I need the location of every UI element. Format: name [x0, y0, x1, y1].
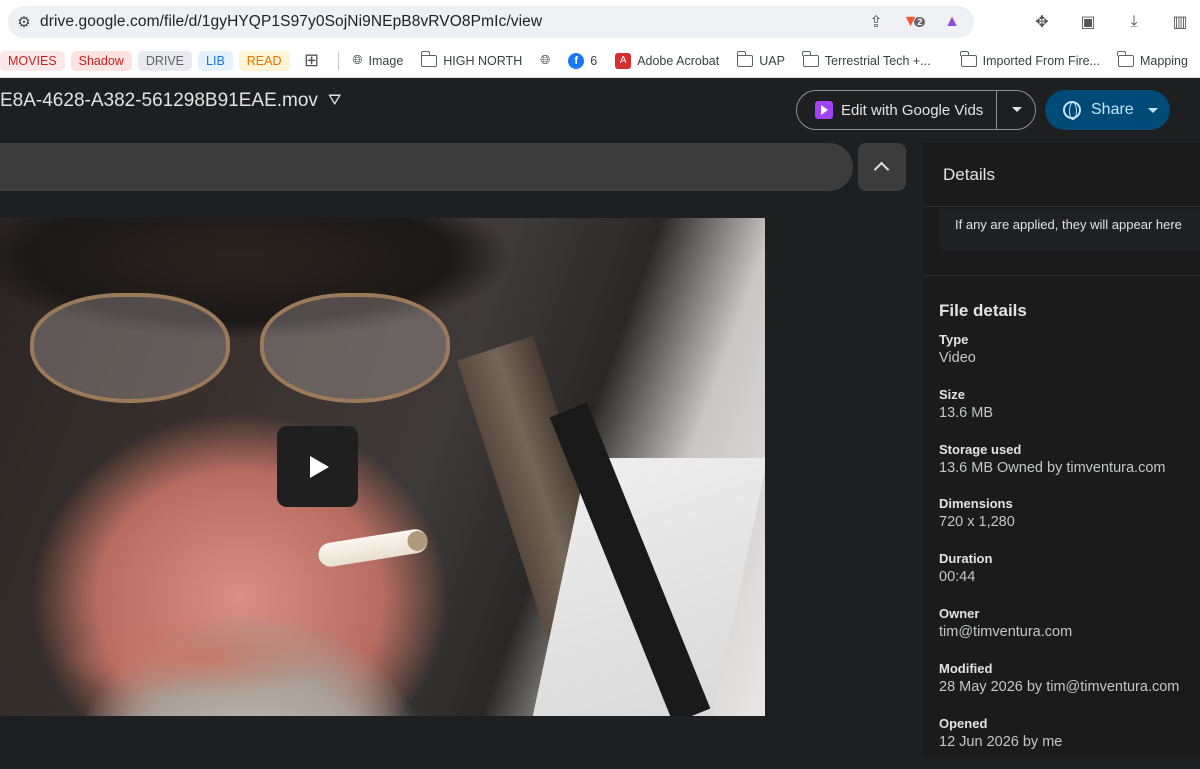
globe-icon: 🌐︎ [352, 53, 363, 67]
edit-with-google-vids-label: Edit with Google Vids [841, 101, 984, 119]
detail-row-opened: Opened 12 Jun 2026 by me [939, 715, 1063, 750]
chevron-down-icon[interactable] [1148, 108, 1158, 113]
detail-row-dimensions: Dimensions 720 x 1,280 [939, 496, 1015, 531]
detail-row-storage: Storage used 13.6 MB Owned by timventura.… [939, 441, 1166, 476]
bookmark-chip-drive[interactable]: DRIVE [137, 50, 193, 71]
video-scene-glasses [30, 293, 450, 403]
video-scene-cigarette [316, 527, 430, 569]
collapse-button[interactable] [858, 143, 906, 191]
folder-icon [420, 50, 438, 67]
button-divider [996, 91, 997, 129]
bookmark-mapping[interactable]: Mapping [1117, 50, 1188, 68]
share-label: Share [1091, 101, 1134, 118]
bookmark-uap[interactable]: UAP [736, 50, 785, 68]
bookmark-image[interactable]: 🌐︎ Image [353, 53, 404, 68]
globe-icon [1063, 101, 1081, 120]
details-panel: Details If any are applied, they will ap… [923, 143, 1200, 757]
file-details-list: Type Video Size 13.6 MB Storage used 13.6 M… [939, 331, 1194, 769]
folder-icon [960, 50, 977, 67]
bookmark-terrestrial-tech[interactable]: Terrestrial Tech +... [802, 50, 931, 68]
extensions-icon[interactable]: ✥ [1030, 10, 1054, 34]
share-button[interactable]: Share [1045, 90, 1170, 130]
bookmark-high-north[interactable]: HIGH NORTH [420, 50, 522, 68]
details-title: Details [923, 143, 1200, 207]
detail-row-size: Size 13.6 MB [939, 386, 993, 421]
video-preview[interactable] [0, 218, 765, 716]
globe-icon: 🌐︎ [540, 53, 551, 67]
bookmark-separator [337, 51, 339, 70]
bookmark-facebook[interactable]: f6 [568, 52, 597, 69]
sidebar-icon[interactable]: ▥ [1168, 10, 1192, 34]
detail-row-modified: Modified 28 May 2026 by tim@timventura.co… [939, 660, 1180, 695]
bookmark-chip-lib[interactable]: LIB [198, 50, 233, 71]
bookmark-chip-shadow[interactable]: Shadow [70, 50, 132, 71]
brave-rewards-icon[interactable]: ▲ [940, 10, 964, 34]
detail-row-owner: Owner tim@timventura.com [939, 605, 1073, 640]
bookmark-imported-from-firefox[interactable]: Imported From Fire... [960, 50, 1100, 68]
download-icon[interactable]: ⤓ [1122, 10, 1146, 34]
bookmarks-bar: MOVIES Shadow DRIVE LIB READ ⊞ 🌐︎ Image H… [0, 44, 1200, 78]
file-details-title: File details [939, 301, 1027, 320]
bookmark-adobe-acrobat[interactable]: A Adobe Acrobat [615, 52, 719, 69]
labels-note: If any are applied, they will appear her… [939, 209, 1200, 251]
brave-badge: 2 [914, 17, 926, 27]
add-shortcut-icon[interactable]: ⛛ [328, 92, 341, 110]
detail-row-type: Type Video [939, 332, 976, 366]
folder-icon [802, 50, 819, 67]
bookmark-globe[interactable]: 🌐︎ [540, 53, 550, 68]
brave-shields-icon[interactable]: ▼ 2 [902, 10, 926, 34]
video-scene-lens-left [30, 293, 230, 403]
bookmark-chip-read[interactable]: READ [238, 50, 290, 71]
edit-with-google-vids-button[interactable]: Edit with Google Vids [796, 90, 1036, 130]
chevron-down-icon[interactable] [1012, 107, 1022, 112]
address-bar[interactable]: ⚙ drive.google.com/file/d/1gyHYQP1S97y0S… [8, 6, 974, 38]
site-info-icon[interactable]: ⚙ [8, 13, 40, 31]
browser-toolbar: ⚙ drive.google.com/file/d/1gyHYQP1S97y0S… [0, 0, 1200, 44]
facebook-icon: f [568, 52, 585, 69]
file-name-header: E8A-4628-A382-561298B91EAE.mov ⛛ [0, 90, 341, 112]
address-url[interactable]: drive.google.com/file/d/1gyHYQP1S97y0Soj… [40, 13, 542, 31]
play-button[interactable] [277, 426, 358, 507]
reading-mode-icon[interactable]: ▣ [1076, 10, 1100, 34]
video-scene-lens-right [260, 293, 450, 403]
detail-row-duration: Duration 00:44 [939, 551, 993, 586]
google-vids-icon [815, 101, 833, 119]
apps-grid-icon[interactable]: ⊞ [300, 49, 324, 73]
details-divider [923, 275, 1200, 276]
extension-area: ✥ ▣ ⤓ ▥ [1030, 10, 1192, 34]
share-page-icon[interactable]: ⇪ [864, 10, 888, 34]
file-name: E8A-4628-A382-561298B91EAE.mov [0, 90, 318, 111]
bookmark-chip-movies[interactable]: MOVIES [0, 50, 65, 71]
viewer-search-bar[interactable] [0, 143, 853, 191]
folder-icon [1117, 50, 1135, 67]
acrobat-icon: A [615, 52, 632, 69]
viewer-topbar: E8A-4628-A382-561298B91EAE.mov ⛛ Edit wi… [0, 78, 1200, 142]
folder-icon [736, 50, 754, 67]
